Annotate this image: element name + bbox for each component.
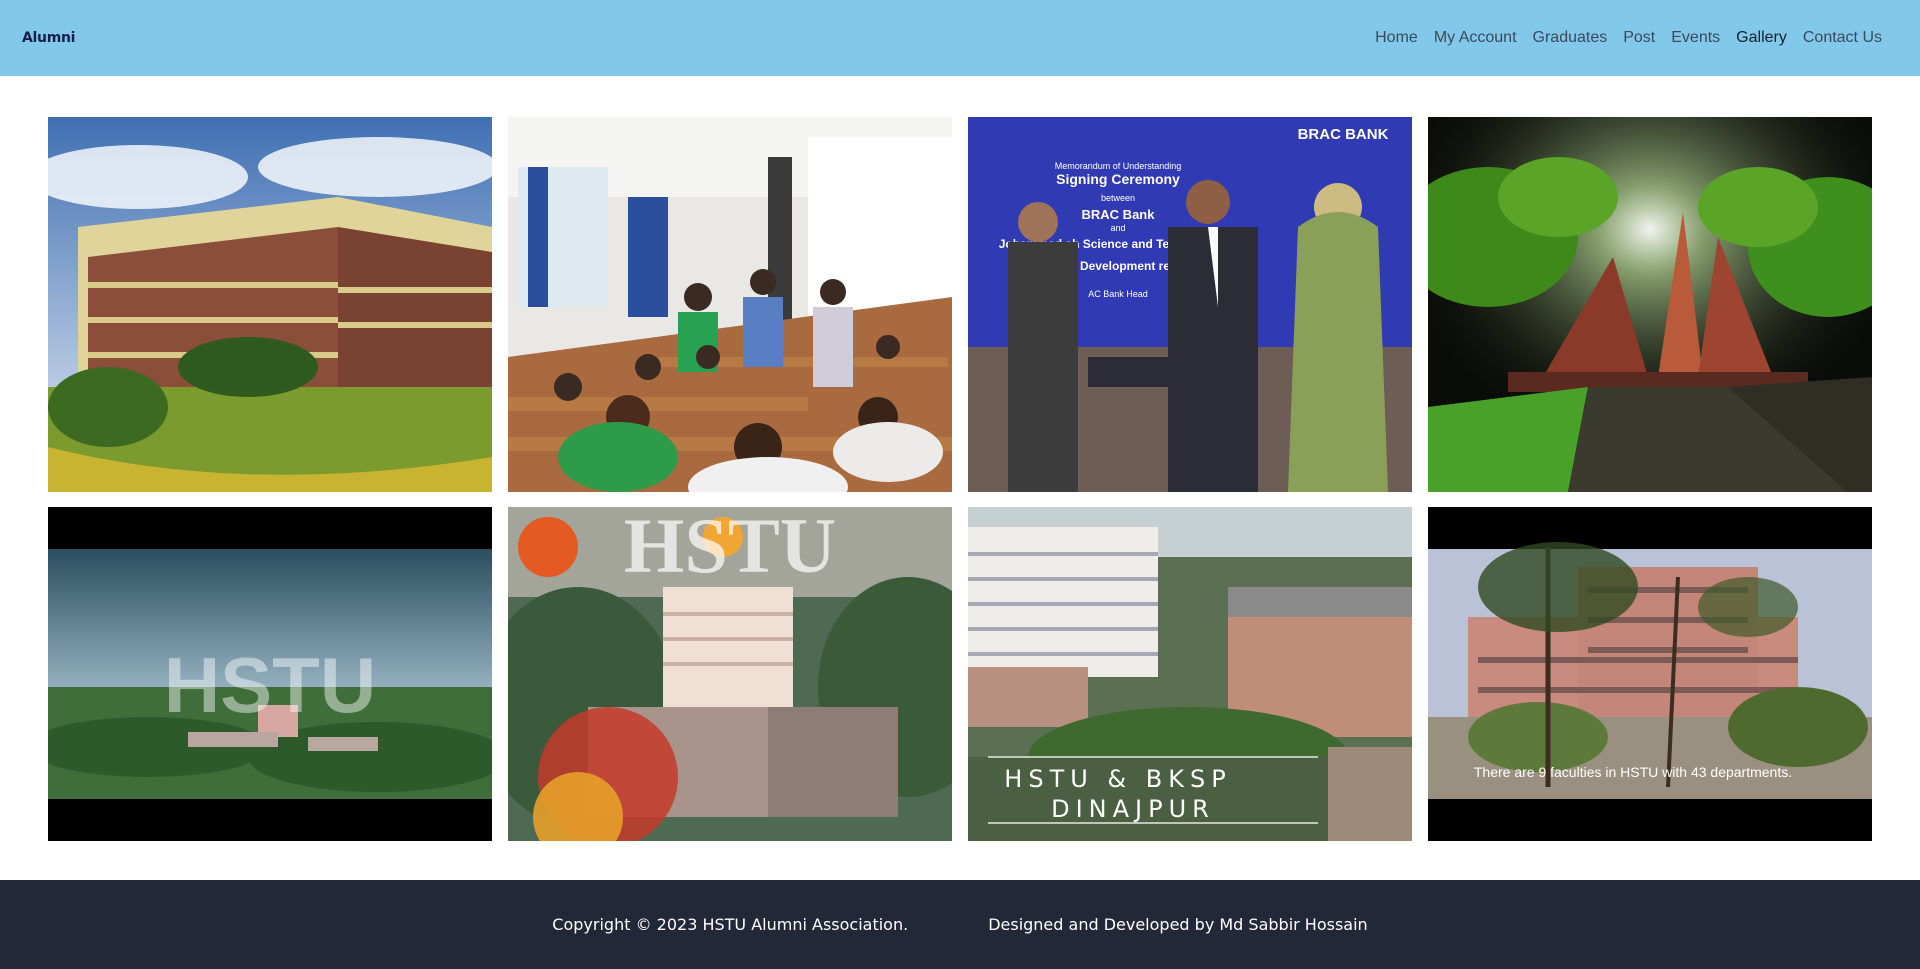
bksp-title-line2: DINAJPUR xyxy=(1051,795,1215,823)
bksp-title-line1: HSTU & BKSP xyxy=(1004,765,1231,793)
brand-logo[interactable]: Alumni xyxy=(22,30,75,46)
gallery-photo-brac-bank-mou[interactable]: BRAC BANK Memorandum of Understanding Si… xyxy=(968,117,1412,492)
gallery-photo-hstu-bksp[interactable]: HSTU & BKSP DINAJPUR xyxy=(968,507,1412,841)
gallery-photo-hstu-aerial-1[interactable]: HSTU xyxy=(48,507,492,841)
gallery-photo-campus-building[interactable] xyxy=(48,117,492,492)
mou-line5: and xyxy=(1110,223,1125,233)
footer-credit: Designed and Developed by Md Sabbir Hoss… xyxy=(988,915,1368,934)
nav-my-account[interactable]: My Account xyxy=(1426,29,1525,47)
photo-gallery: BRAC BANK Memorandum of Understanding Si… xyxy=(48,117,1872,841)
navbar: Alumni Home My Account Graduates Post Ev… xyxy=(0,0,1920,76)
faculty-caption: There are 9 faculties in HSTU with 43 de… xyxy=(1474,764,1792,780)
mou-line2: Signing Ceremony xyxy=(1056,171,1180,187)
nav-events[interactable]: Events xyxy=(1663,29,1728,47)
hstu-watermark-2: HSTU xyxy=(624,507,836,589)
nav-graduates[interactable]: Graduates xyxy=(1525,29,1616,47)
mou-line1: Memorandum of Understanding xyxy=(1055,161,1182,171)
nav-contact-us[interactable]: Contact Us xyxy=(1795,29,1890,47)
footer-copyright: Copyright © 2023 HSTU Alumni Association… xyxy=(552,915,909,934)
nav-links: Home My Account Graduates Post Events Ga… xyxy=(1367,29,1890,47)
mou-line8: AC Bank Head xyxy=(1088,289,1148,299)
nav-home[interactable]: Home xyxy=(1367,29,1426,47)
nav-gallery[interactable]: Gallery xyxy=(1728,29,1795,47)
footer: Copyright © 2023 HSTU Alumni Association… xyxy=(0,880,1920,969)
hstu-watermark-1: HSTU xyxy=(164,641,376,729)
mou-brand-text: BRAC BANK xyxy=(1298,126,1389,143)
gallery-photo-exam-hall[interactable] xyxy=(508,117,952,492)
gallery-photo-monument-night[interactable] xyxy=(1428,117,1872,492)
gallery-photo-hstu-aerial-2[interactable]: HSTU xyxy=(508,507,952,841)
mou-line4: BRAC Bank xyxy=(1082,207,1156,222)
mou-line3: between xyxy=(1101,193,1135,203)
gallery-photo-faculty-building[interactable]: There are 9 faculties in HSTU with 43 de… xyxy=(1428,507,1872,841)
nav-post[interactable]: Post xyxy=(1615,29,1663,47)
